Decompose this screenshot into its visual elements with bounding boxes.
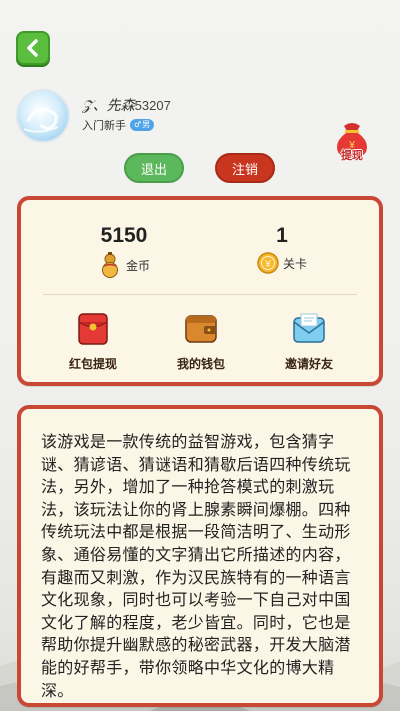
- red-envelope-withdraw-button[interactable]: 红包提现: [48, 312, 138, 372]
- coins-label: 金币: [125, 258, 150, 273]
- stats-divider: [43, 294, 357, 295]
- username-text: 𝒵、先森: [82, 98, 135, 114]
- svg-text:¥: ¥: [264, 259, 271, 270]
- red-envelope-icon: [78, 313, 108, 345]
- male-icon: ♂: [134, 120, 142, 129]
- invite-friends-label: 邀请好友: [284, 357, 333, 371]
- invite-envelope-icon: [293, 313, 325, 343]
- coins-value: 5150: [100, 224, 148, 247]
- invite-friends-button[interactable]: 邀请好友: [264, 312, 354, 372]
- user-id: 53207: [134, 98, 171, 113]
- red-envelope-withdraw-label: 红包提现: [68, 357, 117, 371]
- cancel-account-button[interactable]: 注销: [215, 153, 275, 183]
- cloud-swirl-icon: [23, 107, 59, 133]
- rank-label: 入门新手: [82, 120, 126, 132]
- gold-coin-icon: ¥: [257, 252, 279, 274]
- description-panel[interactable]: 该游戏是一款传统的益智游戏，包含猜字谜、猜谚语、猜谜语和猜歇后语四种传统玩法，另…: [17, 405, 383, 707]
- logout-button[interactable]: 退出: [124, 153, 184, 183]
- my-wallet-label: 我的钱包: [176, 357, 225, 371]
- rank-row: 入门新手 ♂ 男: [82, 117, 155, 133]
- my-wallet-button[interactable]: 我的钱包: [156, 312, 246, 372]
- back-button[interactable]: [16, 31, 50, 65]
- level-value: 1: [276, 224, 288, 247]
- avatar[interactable]: [16, 89, 70, 143]
- level-label: 关卡: [282, 256, 307, 271]
- gender-badge: ♂ 男: [130, 119, 155, 131]
- gender-text: 男: [142, 120, 151, 129]
- game-description: 该游戏是一款传统的益智游戏，包含猜字谜、猜谚语、猜谜语和猜歇后语四种传统玩法，另…: [41, 432, 351, 699]
- chevron-left-icon: [27, 39, 38, 57]
- username: 𝒵、先森53207: [82, 95, 171, 115]
- level-stat: 1 ¥ 关卡: [232, 224, 332, 274]
- wallet-icon: [185, 315, 217, 343]
- gourd-coin-icon: [101, 252, 118, 278]
- stats-panel: 5150 金币 1 ¥ 关卡 红包提现 我的钱包 邀请好友: [17, 196, 383, 386]
- coins-stat: 5150 金币: [74, 224, 174, 278]
- withdraw-label[interactable]: 提现: [334, 147, 370, 163]
